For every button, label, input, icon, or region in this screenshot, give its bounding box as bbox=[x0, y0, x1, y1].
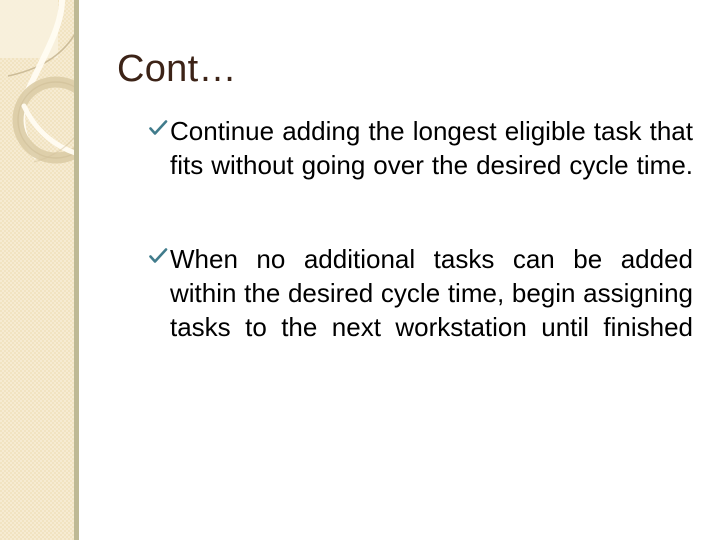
bullet-item: When no additional tasks can be added wi… bbox=[148, 242, 693, 378]
bullet-text: When no additional tasks can be added wi… bbox=[170, 244, 693, 342]
bullet-item: Continue adding the longest eligible tas… bbox=[148, 114, 693, 216]
sidebar-edge-strip bbox=[74, 0, 79, 540]
sidebar-graphic bbox=[0, 0, 79, 540]
decorative-sidebar bbox=[0, 0, 80, 540]
check-icon bbox=[148, 246, 168, 272]
slide-title: Cont… bbox=[117, 48, 237, 90]
check-icon bbox=[148, 118, 168, 144]
bullet-text: Continue adding the longest eligible tas… bbox=[170, 116, 693, 180]
slide-canvas: Cont… Continue adding the longest eligib… bbox=[0, 0, 720, 540]
slide-body: Continue adding the longest eligible tas… bbox=[148, 114, 693, 378]
